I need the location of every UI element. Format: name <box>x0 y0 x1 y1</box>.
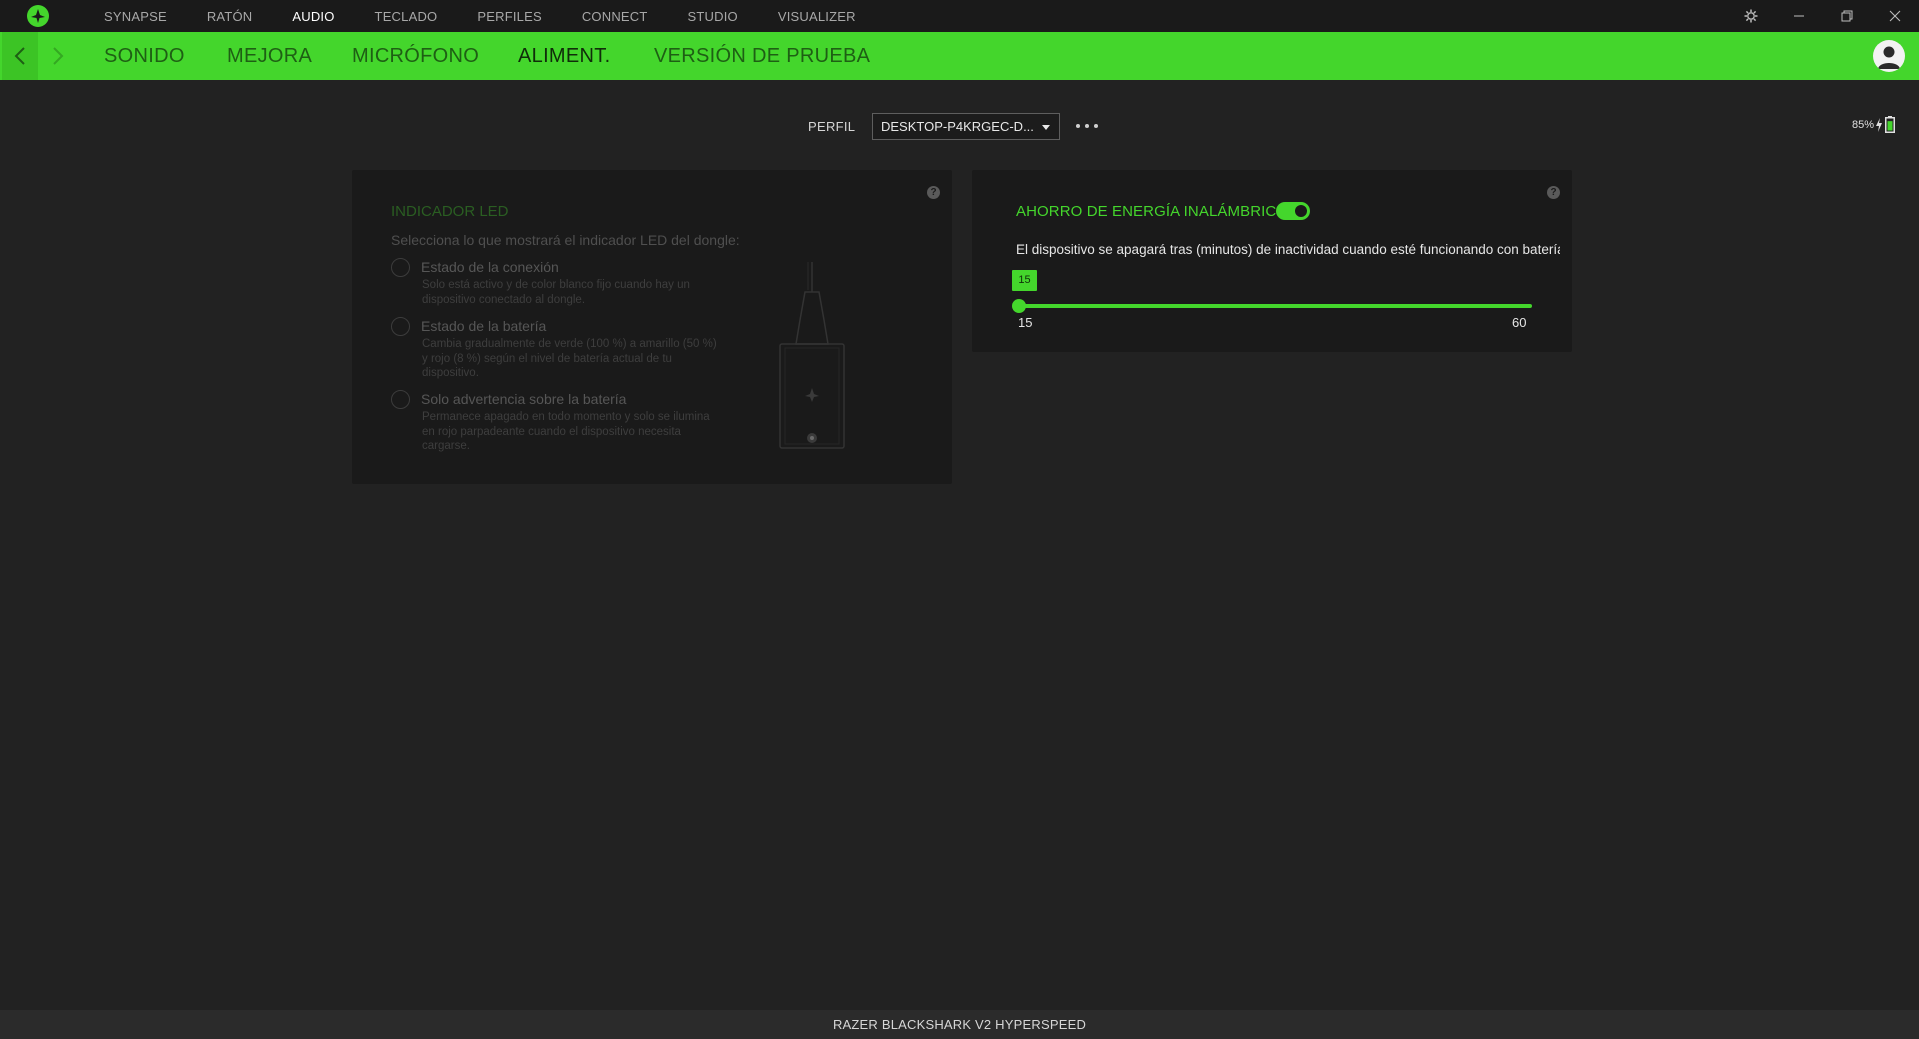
option-description: Cambia gradualmente de verde (100 %) a a… <box>422 338 717 379</box>
dropdown-caret-icon <box>1042 125 1050 130</box>
close-icon <box>1889 10 1901 22</box>
battery-percent: 85% <box>1851 118 1874 131</box>
chevron-left-icon <box>14 47 25 65</box>
topnav-perfiles[interactable]: PERFILES <box>477 9 541 24</box>
led-panel-description: Selecciona lo que mostrará el indicador … <box>391 232 740 248</box>
radio-button[interactable] <box>391 258 410 277</box>
radio-button[interactable] <box>391 390 410 409</box>
forward-button[interactable] <box>40 32 76 80</box>
chevron-right-icon <box>53 47 64 65</box>
account-button[interactable] <box>1873 40 1905 72</box>
sub-nav: SONIDO MEJORA MICRÓFONO ALIMENT. VERSIÓN… <box>0 32 1919 80</box>
help-icon[interactable]: ? <box>1547 186 1560 199</box>
topnav-connect[interactable]: CONNECT <box>582 9 648 24</box>
option-title: Estado de la conexión <box>421 259 559 275</box>
battery-level <box>1887 121 1893 131</box>
topnav-teclado[interactable]: TECLADO <box>375 9 438 24</box>
option-description: Solo está activo y de color blanco fijo … <box>422 279 690 306</box>
profile-value: DESKTOP-P4KRGEC-D... <box>881 119 1034 134</box>
slider-min-label: 15 <box>1018 315 1033 330</box>
more-icon <box>1076 124 1080 128</box>
app-window: SYNAPSE RATÓN AUDIO TECLADO PERFILES CON… <box>0 0 1919 1039</box>
profile-dropdown[interactable]: DESKTOP-P4KRGEC-D... <box>872 113 1060 140</box>
minimize-button[interactable] <box>1776 0 1822 32</box>
more-options-button[interactable] <box>1076 118 1098 134</box>
power-saving-toggle[interactable] <box>1276 202 1310 220</box>
topnav-studio[interactable]: STUDIO <box>688 9 738 24</box>
power-saving-description: El dispositivo se apagará tras (minutos)… <box>1016 242 1560 257</box>
profile-label: PERFIL <box>808 119 856 134</box>
help-icon[interactable]: ? <box>927 186 940 199</box>
tab-sonido[interactable]: SONIDO <box>104 32 185 80</box>
radio-button[interactable] <box>391 317 410 336</box>
top-nav: SYNAPSE RATÓN AUDIO TECLADO PERFILES CON… <box>104 0 896 32</box>
bolt-icon <box>1876 117 1882 132</box>
topnav-audio[interactable]: AUDIO <box>292 9 334 24</box>
inactivity-slider-thumb[interactable] <box>1012 299 1026 313</box>
restore-icon <box>1841 10 1853 22</box>
topnav-raton[interactable]: RATÓN <box>207 9 253 24</box>
restore-button[interactable] <box>1824 0 1870 32</box>
slider-value-bubble: 15 <box>1012 270 1037 291</box>
minimize-icon <box>1794 15 1804 17</box>
tab-aliment[interactable]: ALIMENT. <box>518 32 610 80</box>
device-name-footer: RAZER BLACKSHARK V2 HYPERSPEED <box>0 1010 1919 1039</box>
tab-mejora[interactable]: MEJORA <box>227 32 312 80</box>
topnav-visualizer[interactable]: VISUALIZER <box>778 9 856 24</box>
option-title: Estado de la batería <box>421 318 547 334</box>
slider-max-label: 60 <box>1512 315 1527 330</box>
option-title: Solo advertencia sobre la batería <box>421 391 627 407</box>
account-icon <box>1878 46 1900 69</box>
razer-logo-icon[interactable] <box>26 4 50 28</box>
close-button[interactable] <box>1872 0 1918 32</box>
tab-version-de-prueba[interactable]: VERSIÓN DE PRUEBA <box>654 32 870 80</box>
wireless-power-saving-panel: ? AHORRO DE ENERGÍA INALÁMBRICO El dispo… <box>972 170 1572 352</box>
dongle-image <box>779 262 845 449</box>
title-bar: SYNAPSE RATÓN AUDIO TECLADO PERFILES CON… <box>0 0 1919 32</box>
topnav-synapse[interactable]: SYNAPSE <box>104 9 167 24</box>
toggle-knob <box>1295 205 1307 217</box>
tab-microfono[interactable]: MICRÓFONO <box>352 32 479 80</box>
led-panel-title: INDICADOR LED <box>391 203 509 220</box>
settings-button[interactable] <box>1728 0 1774 32</box>
settings-icon <box>1744 9 1758 23</box>
battery-status: 85% <box>1852 116 1895 133</box>
back-button[interactable] <box>2 32 38 80</box>
power-saving-title: AHORRO DE ENERGÍA INALÁMBRICO <box>1016 203 1289 220</box>
inactivity-slider-track[interactable] <box>1016 304 1532 308</box>
option-description: Permanece apagado en todo momento y solo… <box>422 411 710 452</box>
battery-icon <box>1885 116 1895 133</box>
led-indicator-panel: ? INDICADOR LED Selecciona lo que mostra… <box>352 170 952 484</box>
